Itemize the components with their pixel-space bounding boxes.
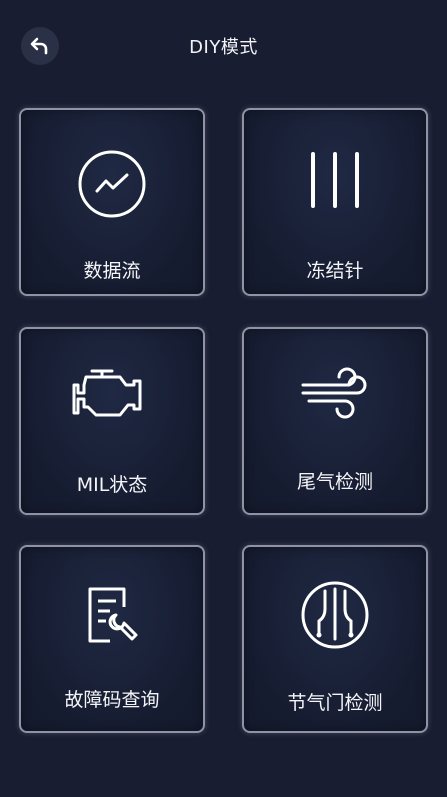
tile-data-stream[interactable]: 数据流 <box>19 108 205 296</box>
page-title: DIY模式 <box>189 37 258 58</box>
tile-label: 数据流 <box>83 260 141 282</box>
engine-icon <box>72 369 142 417</box>
tile-label: 冻结针 <box>306 260 364 282</box>
tile-mil-status[interactable]: MIL状态 <box>19 327 205 515</box>
tile-fault-code-query[interactable]: 故障码查询 <box>19 545 205 733</box>
tile-label: MIL状态 <box>76 474 148 496</box>
tile-label: 故障码查询 <box>64 689 160 711</box>
report-wrench-icon <box>88 587 138 643</box>
tile-label: 节气门检测 <box>287 692 383 714</box>
wind-icon <box>301 367 367 419</box>
tile-throttle-test[interactable]: 节气门检测 <box>242 545 428 733</box>
freeze-frame-icon <box>311 152 359 208</box>
data-stream-icon <box>78 150 146 218</box>
tile-label: 尾气检测 <box>296 471 373 493</box>
tile-exhaust-test[interactable]: 尾气检测 <box>242 327 428 515</box>
tile-freeze-frame[interactable]: 冻结针 <box>242 108 428 296</box>
throttle-icon <box>301 581 369 649</box>
top-bar: DIY模式 <box>0 0 447 92</box>
